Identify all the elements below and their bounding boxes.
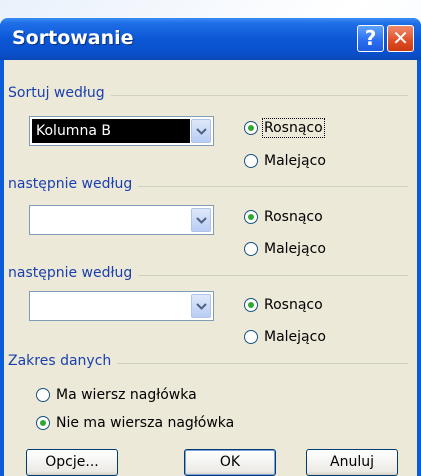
radio-label: Malejąco bbox=[264, 329, 326, 345]
then-by-value-2 bbox=[32, 294, 40, 318]
radio-label: Malejąco bbox=[264, 153, 326, 169]
sort-by-descending-radio[interactable]: Malejąco bbox=[244, 153, 326, 169]
then-by-label-2: następnie według bbox=[8, 265, 139, 281]
radio-unchecked-icon bbox=[36, 388, 50, 402]
then-by-value-1 bbox=[32, 208, 40, 232]
radio-label: Rosnąco bbox=[264, 209, 323, 225]
then-by-label-1: następnie według bbox=[8, 176, 139, 192]
radio-label: Nie ma wiersza nagłówka bbox=[56, 415, 235, 431]
radio-unchecked-icon bbox=[244, 154, 258, 168]
has-header-row-radio[interactable]: Ma wiersz nagłówka bbox=[36, 387, 197, 403]
radio-checked-icon bbox=[244, 121, 258, 135]
radio-label: Rosnąco bbox=[262, 118, 325, 138]
dropdown-arrow-icon[interactable] bbox=[191, 294, 211, 318]
radio-unchecked-icon bbox=[244, 242, 258, 256]
sort-by-ascending-radio[interactable]: Rosnąco bbox=[244, 118, 325, 138]
then-by-combo-1[interactable] bbox=[29, 205, 214, 235]
radio-checked-icon bbox=[244, 210, 258, 224]
then-by-1-ascending-radio[interactable]: Rosnąco bbox=[244, 209, 323, 225]
dropdown-arrow-icon[interactable] bbox=[191, 208, 211, 232]
radio-checked-icon bbox=[244, 298, 258, 312]
sort-by-value: Kolumna B bbox=[32, 119, 190, 143]
help-button[interactable]: ? bbox=[357, 25, 384, 52]
sort-dialog: Sortowanie ? ✕ Sortuj według Kolumna B R… bbox=[0, 18, 421, 476]
radio-checked-icon bbox=[36, 416, 50, 430]
then-by-1-descending-radio[interactable]: Malejąco bbox=[244, 241, 326, 257]
dialog-body: Sortuj według Kolumna B Rosnąco Malejąco… bbox=[4, 60, 417, 476]
options-button[interactable]: Opcje... bbox=[26, 449, 118, 476]
then-by-2-ascending-radio[interactable]: Rosnąco bbox=[244, 297, 323, 313]
cancel-button[interactable]: Anuluj bbox=[306, 449, 398, 476]
radio-unchecked-icon bbox=[244, 330, 258, 344]
dropdown-arrow-icon[interactable] bbox=[191, 119, 211, 143]
then-by-combo-2[interactable] bbox=[29, 291, 214, 321]
no-header-row-radio[interactable]: Nie ma wiersza nagłówka bbox=[36, 415, 234, 431]
title-bar[interactable]: Sortowanie ? ✕ bbox=[0, 18, 421, 60]
radio-label: Malejąco bbox=[264, 241, 326, 257]
radio-label: Ma wiersz nagłówka bbox=[56, 387, 197, 403]
dialog-title: Sortowanie bbox=[12, 27, 134, 49]
ok-button[interactable]: OK bbox=[184, 449, 276, 476]
close-button[interactable]: ✕ bbox=[387, 25, 414, 52]
sort-by-combo[interactable]: Kolumna B bbox=[29, 116, 214, 146]
sort-by-label: Sortuj według bbox=[8, 85, 111, 101]
data-range-label: Zakres danych bbox=[8, 353, 118, 369]
then-by-2-descending-radio[interactable]: Malejąco bbox=[244, 329, 326, 345]
radio-label: Rosnąco bbox=[264, 297, 323, 313]
